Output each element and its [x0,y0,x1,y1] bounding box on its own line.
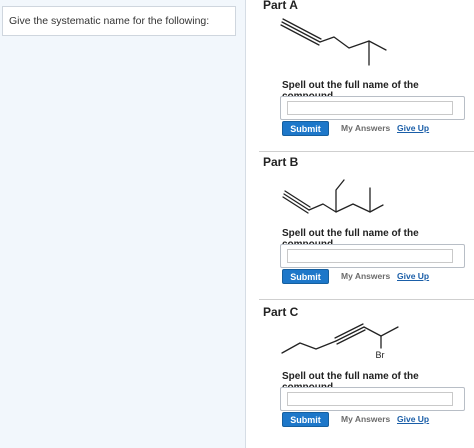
divider [259,151,474,152]
question-prompt: Give the systematic name for the followi… [2,6,236,36]
part-b-my-answers-link[interactable]: My Answers [341,269,390,284]
part-b-answer-box [280,244,465,268]
question-panel: Give the systematic name for the followi… [0,0,246,448]
part-c-structure: Br [281,323,399,360]
part-b-answer-input[interactable] [287,249,453,263]
part-a-submit-button[interactable]: Submit [282,121,329,136]
part-c-submit-button[interactable]: Submit [282,412,329,427]
part-b-structure [282,179,384,214]
part-c-answer-box [280,387,465,411]
part-a-title: Part A [263,0,298,12]
part-a-my-answers-link[interactable]: My Answers [341,121,390,136]
part-a-answer-input[interactable] [287,101,453,115]
part-c-answer-input[interactable] [287,392,453,406]
part-a-structure [280,18,387,66]
part-b-give-up-link[interactable]: Give Up [397,269,429,284]
part-c-give-up-link[interactable]: Give Up [397,412,429,427]
bromine-label: Br [376,350,385,360]
part-a-give-up-link[interactable]: Give Up [397,121,429,136]
part-c-my-answers-link[interactable]: My Answers [341,412,390,427]
divider [259,299,474,300]
part-a-answer-box [280,96,465,120]
part-b-title: Part B [263,155,299,169]
part-c-title: Part C [263,305,299,319]
part-b-submit-button[interactable]: Submit [282,269,329,284]
